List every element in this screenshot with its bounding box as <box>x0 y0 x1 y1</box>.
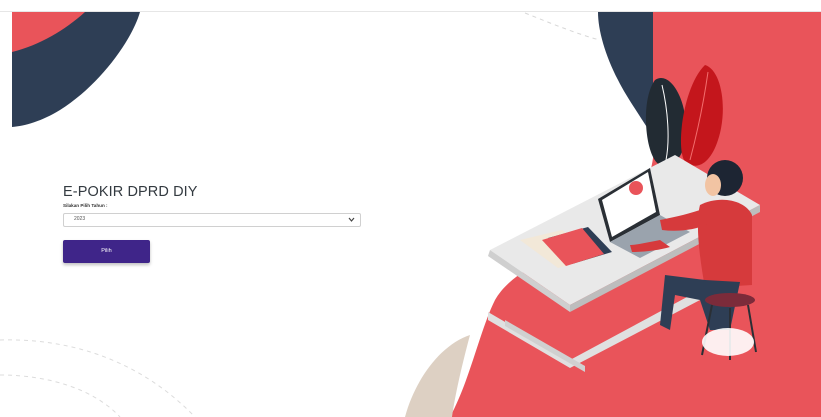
chevron-down-icon <box>348 217 355 222</box>
page-title: E-POKIR DPRD DIY <box>63 184 198 200</box>
year-select[interactable]: 2023 <box>63 213 361 227</box>
year-selection-form: E-POKIR DPRD DIY Silakan Pilih Tahun : 2… <box>63 184 363 263</box>
year-select-value: 2023 <box>74 216 86 222</box>
dashed-arc-bottom-left-2 <box>0 374 121 417</box>
year-label: Silakan Pilih Tahun : <box>63 203 108 208</box>
submit-button[interactable]: Pilih <box>63 240 150 263</box>
dashed-arc-bottom-left <box>0 339 196 417</box>
stool-icon <box>705 293 755 307</box>
person-body <box>697 199 752 288</box>
dashed-arc-top <box>524 12 601 41</box>
